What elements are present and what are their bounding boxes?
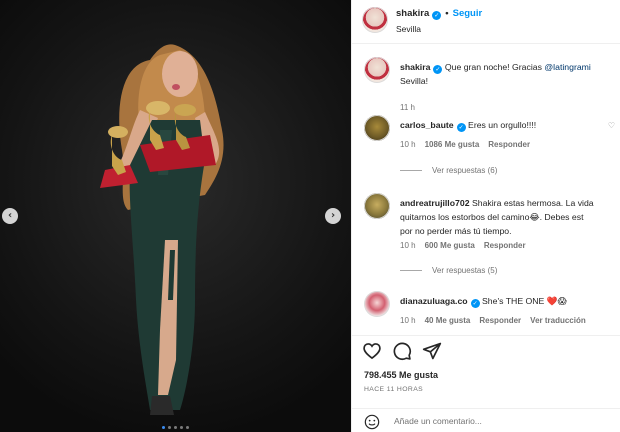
caption-meta: 11 h (400, 103, 424, 112)
comment-body: She's THE ONE ❤️😱 (482, 296, 567, 306)
view-replies-label: Ver respuestas (5) (432, 266, 498, 275)
commenter-username[interactable]: dianazuluaga.co (400, 296, 468, 306)
like-comment-heart-icon[interactable]: ♡ (608, 121, 615, 130)
emoji-icon[interactable] (364, 414, 380, 430)
media-dot (180, 426, 183, 429)
comment-likes[interactable]: 40 Me gusta (425, 316, 471, 325)
caption-time: 11 h (400, 103, 415, 112)
verified-badge-icon: ✓ (456, 123, 466, 132)
comment-likes[interactable]: 1086 Me gusta (425, 140, 480, 149)
commenter-username[interactable]: carlos_baute (400, 120, 454, 130)
replies-divider (400, 170, 422, 172)
add-comment-bar (352, 408, 620, 432)
comment-body: Eres un orgullo!!!! (468, 120, 537, 130)
previous-media-button[interactable]: ‹ (2, 208, 18, 224)
comment-body-3: por no perder más tú tiempo. (400, 226, 512, 236)
author-avatar[interactable] (362, 7, 388, 33)
caption-text: shakira ✓ Que gran noche! Gracias @lating… (400, 60, 620, 88)
comment-meta: 10 h 1086 Me gusta Responder (400, 140, 539, 149)
comment-bubble-icon[interactable] (392, 341, 412, 361)
commenter-username[interactable]: andreatrujillo702 (400, 198, 470, 208)
see-translation-button[interactable]: Ver traducción (530, 316, 586, 325)
author-line: shakira ✓ • Seguir (396, 8, 482, 20)
view-replies-button[interactable]: Ver respuestas (6) (400, 166, 497, 175)
next-media-button[interactable]: › (325, 208, 341, 224)
comment-time: 10 h (400, 241, 416, 250)
view-replies-button[interactable]: Ver respuestas (5) (400, 266, 497, 275)
media-dot (174, 426, 177, 429)
comment-likes[interactable]: 600 Me gusta (425, 241, 475, 250)
reply-button[interactable]: Responder (488, 140, 530, 149)
post-location[interactable]: Sevilla (396, 24, 421, 34)
caption-mention[interactable]: @latingrami (544, 62, 590, 72)
comments-list[interactable]: shakira ✓ Que gran noche! Gracias @lating… (352, 45, 620, 335)
comment-body: Shakira estas hermosa. La vida (471, 198, 594, 208)
post-photo (100, 44, 224, 415)
share-paper-plane-icon[interactable] (422, 341, 442, 361)
media-dot (186, 426, 189, 429)
caption-avatar[interactable] (364, 57, 390, 83)
commenter-avatar[interactable] (364, 193, 390, 219)
verified-badge-icon: ✓ (470, 299, 480, 308)
likes-count[interactable]: 798.455 Me gusta (364, 370, 438, 380)
media-dot (162, 426, 165, 429)
reply-button[interactable]: Responder (479, 316, 521, 325)
post-media[interactable]: ‹ › (0, 0, 351, 432)
post-side-panel: shakira ✓ • Seguir Sevilla shakira ✓ Que gra… (351, 0, 620, 432)
comment-meta: 10 h 40 Me gusta Responder Ver traducción (400, 316, 595, 325)
caption-username[interactable]: shakira (400, 62, 430, 72)
post-header: shakira ✓ • Seguir Sevilla (352, 0, 620, 44)
commenter-avatar[interactable] (364, 115, 390, 141)
author-username[interactable]: shakira (396, 8, 429, 19)
follow-button[interactable]: Seguir (453, 8, 483, 19)
caption-body: Que gran noche! Gracias (444, 62, 542, 72)
comment-meta: 10 h 600 Me gusta Responder (400, 241, 535, 250)
reply-button[interactable]: Responder (484, 241, 526, 250)
post-actions: 798.455 Me gusta HACE 11 HORAS (352, 335, 620, 432)
separator-dot: • (445, 8, 449, 19)
like-heart-icon[interactable] (362, 341, 382, 361)
view-replies-label: Ver respuestas (6) (432, 166, 498, 175)
verified-badge-icon: ✓ (433, 65, 443, 74)
comment-time: 10 h (400, 316, 416, 325)
comment-input[interactable] (394, 414, 609, 428)
commenter-avatar[interactable] (364, 291, 390, 317)
comment-body-2: quitarnos los estorbos del camino😂. Debe… (400, 212, 584, 222)
caption-body-2: Sevilla! (400, 76, 429, 86)
media-pagination-dots (0, 426, 351, 429)
post-timestamp[interactable]: HACE 11 HORAS (364, 386, 423, 393)
comment-text: andreatrujillo702 Shakira estas hermosa.… (400, 196, 620, 238)
replies-divider (400, 270, 422, 272)
comment-text: carlos_baute ✓ Eres un orgullo!!!! (400, 118, 620, 132)
comment-time: 10 h (400, 140, 416, 149)
verified-badge-icon: ✓ (432, 11, 442, 20)
media-dot (168, 426, 171, 429)
comment-text: dianazuluaga.co ✓ She's THE ONE ❤️😱 (400, 294, 620, 308)
